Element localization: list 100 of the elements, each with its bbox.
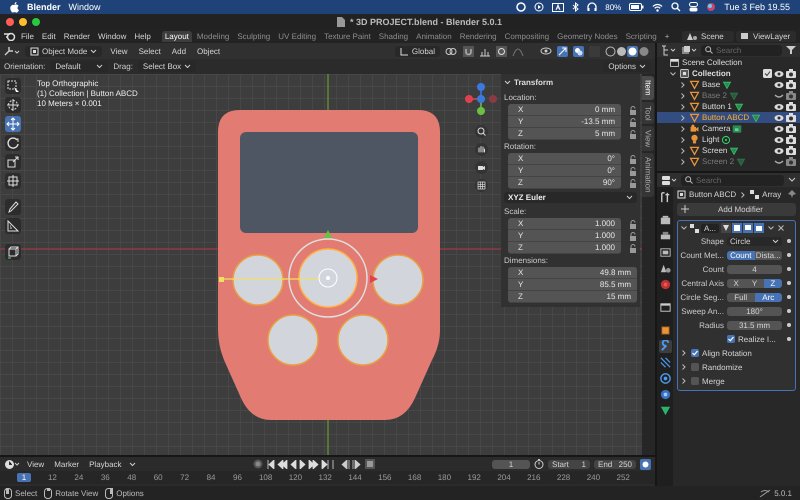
current-frame-field[interactable]: 1 (492, 460, 530, 468)
sidebar-tab[interactable]: View (642, 126, 654, 152)
move-gizmo[interactable] (219, 230, 378, 288)
add-modifier-button[interactable]: Add Modifier (677, 203, 796, 216)
outliner-item[interactable]: Screen 2 (702, 157, 734, 166)
hand-icon[interactable] (474, 143, 488, 156)
app-menu[interactable]: Blender (27, 2, 61, 12)
outliner-item[interactable]: Base 2 (702, 91, 727, 100)
chevron-right-icon[interactable] (679, 146, 687, 154)
eye-icon[interactable] (774, 114, 784, 122)
chevron-right-icon[interactable] (679, 114, 687, 122)
lock-icon[interactable] (629, 118, 637, 126)
move-arrows-icon[interactable] (5, 116, 21, 132)
chevron-right-icon[interactable] (679, 80, 687, 88)
sidebar-tab[interactable]: Item (642, 76, 654, 100)
lock-icon[interactable] (629, 232, 637, 240)
apple-icon[interactable] (10, 2, 19, 12)
toggle-option[interactable]: Z (764, 278, 782, 288)
ruler-icon[interactable] (5, 218, 21, 234)
number-field[interactable]: X 49.8 mm (508, 267, 637, 279)
menu-item[interactable]: Marker (51, 460, 82, 468)
checkbox[interactable] (691, 363, 699, 371)
menu-item[interactable]: View (24, 460, 48, 468)
workspace-tab[interactable]: Scripting (622, 30, 660, 42)
menu-item[interactable]: Edit (38, 32, 59, 40)
camera-data-icon[interactable] (732, 124, 742, 134)
stopwatch-icon[interactable] (534, 459, 544, 469)
menu-item[interactable]: File (18, 32, 37, 40)
assistant-orb-icon[interactable] (706, 2, 716, 12)
workspace-tab[interactable]: Animation (413, 30, 455, 42)
toggle-option[interactable]: Count (727, 250, 754, 260)
overlay-toggle-icon[interactable] (573, 46, 584, 56)
filter-view-icon[interactable] (681, 44, 697, 56)
workspace-tab[interactable]: Shading (376, 30, 412, 42)
eye-icon[interactable] (774, 70, 784, 78)
editor-type-icon[interactable] (4, 46, 20, 56)
rotate-icon[interactable] (5, 135, 21, 151)
proportional-edit-icon[interactable] (496, 46, 507, 56)
lock-icon[interactable] (629, 220, 637, 228)
frame-ruler[interactable]: 1 12 24 36 48 60 72 84 96 108 120 132 144 156 168 180 192 204 216 228 240 252 (0, 471, 655, 484)
render-camera-icon[interactable] (786, 102, 796, 111)
viewport-grid[interactable] (0, 74, 655, 455)
number-field[interactable]: 31.5 mm (727, 320, 782, 330)
workspace-tab[interactable]: Modeling (194, 30, 232, 42)
image-icon[interactable] (658, 246, 672, 259)
modifier-visibility-toggles[interactable] (721, 223, 766, 233)
record-icon[interactable] (252, 459, 263, 469)
workspace-tab[interactable]: Sculpting (234, 30, 274, 42)
outliner-item[interactable]: Camera (702, 124, 730, 133)
workspace-tab[interactable]: Layout (162, 30, 192, 42)
display-mode-icon[interactable] (661, 44, 677, 56)
closed-eye-icon[interactable] (774, 92, 784, 100)
lock-icon[interactable] (629, 178, 637, 188)
start-frame-field[interactable]: Start 1 (548, 460, 590, 468)
drag-dropdown[interactable]: Select Box (138, 61, 196, 72)
chevron-down-icon[interactable] (669, 70, 677, 78)
close-button[interactable] (6, 18, 14, 26)
checkbox[interactable] (727, 335, 735, 343)
lock-icon[interactable] (629, 244, 637, 252)
keyframe-dot-icon[interactable] (787, 281, 791, 285)
chevron-right-icon[interactable] (680, 377, 688, 385)
eye-icon[interactable] (774, 124, 784, 132)
menu-item[interactable]: Help (131, 32, 154, 40)
panel-header[interactable]: Transform (504, 76, 637, 91)
number-field[interactable]: Y 85.5 mm (508, 279, 637, 291)
cube-icon[interactable] (5, 244, 21, 260)
transform-icon[interactable] (5, 173, 21, 189)
particles-icon[interactable] (658, 356, 672, 369)
toggle-option[interactable]: Arc (754, 292, 782, 302)
number-field[interactable]: X 0 mm (508, 104, 621, 116)
menu-item[interactable]: Object (194, 46, 224, 56)
workspace-tab[interactable]: Rendering (456, 30, 500, 42)
render-camera-icon[interactable] (786, 124, 796, 133)
keyframe-jump-icon[interactable] (340, 460, 361, 468)
chevron-right-icon[interactable] (680, 349, 688, 357)
outliner-item[interactable]: Screen (702, 146, 728, 155)
workspace-tab[interactable]: Geometry Nodes (554, 30, 621, 42)
subpanel-title[interactable]: Merge (702, 376, 725, 386)
add-workspace-button[interactable]: + (662, 30, 672, 42)
control-center-icon[interactable] (689, 2, 698, 12)
number-field[interactable]: Y 1.000 (508, 230, 621, 242)
number-field[interactable]: 180° (727, 306, 782, 316)
workspace-tab[interactable]: UV Editing (275, 30, 320, 42)
number-field[interactable]: Z 1.000 (508, 242, 621, 254)
menu-item[interactable]: View (107, 46, 131, 56)
number-field[interactable]: Z 90° (508, 177, 621, 189)
keyframe-dot-icon[interactable] (787, 309, 791, 313)
eye-icon[interactable] (774, 146, 784, 154)
keyframe-dot-icon[interactable] (787, 323, 791, 327)
subpanel-title[interactable]: Align Rotation (702, 348, 752, 358)
exclude-checkbox-icon[interactable] (763, 69, 772, 78)
clock-editor-icon[interactable] (4, 458, 20, 470)
blender-logo-icon[interactable] (4, 31, 16, 41)
shading-mode-icons[interactable] (605, 46, 651, 56)
wifi-icon[interactable] (652, 2, 664, 12)
cursor-icon[interactable] (5, 97, 21, 113)
chevron-down-icon[interactable] (680, 224, 688, 232)
keyframe-dot-icon[interactable] (787, 337, 791, 341)
play-circle-icon[interactable] (534, 2, 544, 12)
square-icon[interactable] (658, 324, 672, 337)
